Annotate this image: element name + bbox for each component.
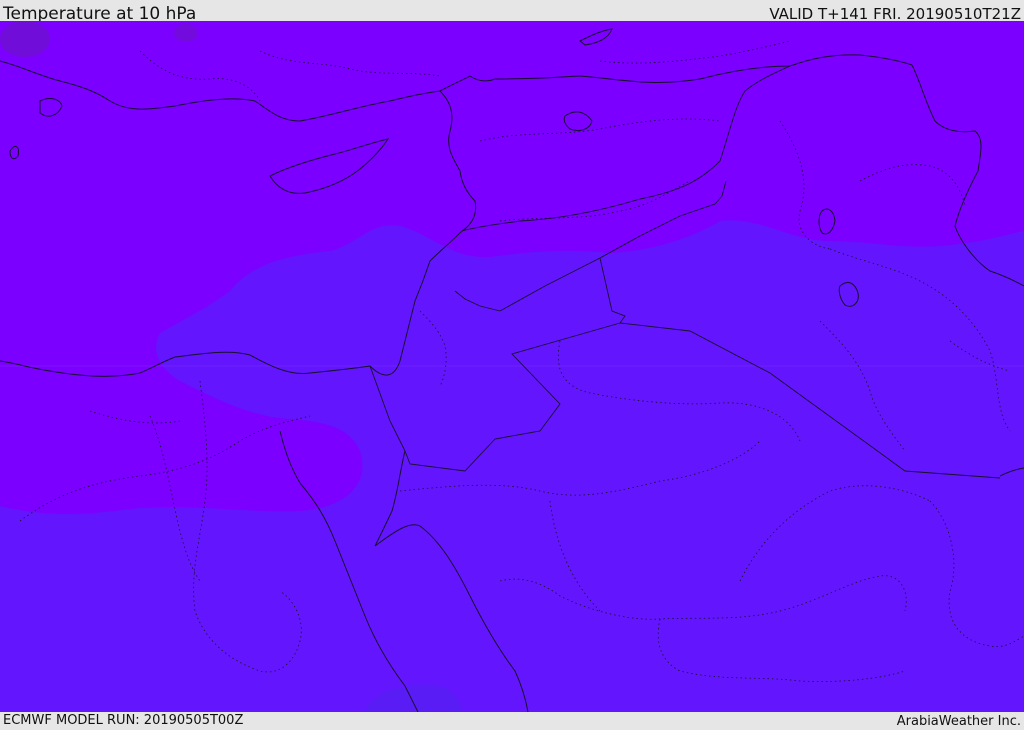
map-canvas [0,21,1024,712]
title-bar: Temperature at 10 hPa VALID T+141 FRI. 2… [0,0,1024,24]
temperature-map[interactable] [0,21,1024,712]
temperature-field-spot [0,21,50,57]
model-run-label: ECMWF MODEL RUN: 20190505T00Z [3,713,244,728]
footer-bar: ECMWF MODEL RUN: 20190505T00Z ArabiaWeat… [0,712,1024,729]
credit-label: ArabiaWeather Inc. [896,714,1021,729]
temperature-field-spot [174,24,198,42]
